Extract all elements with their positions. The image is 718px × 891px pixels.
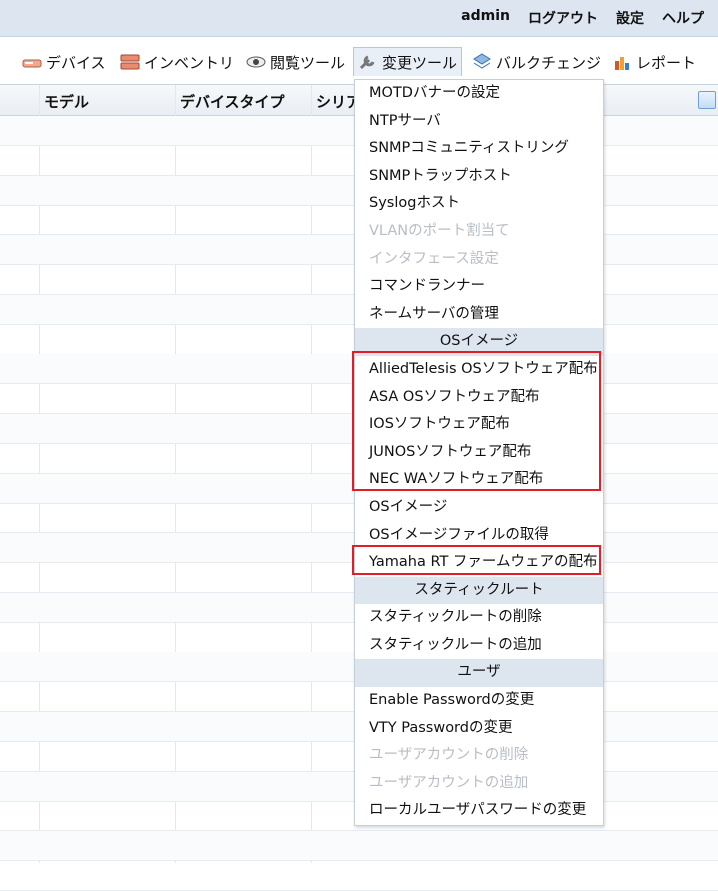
inventory-icon <box>120 54 140 70</box>
column-header-model[interactable]: モデル <box>44 91 89 112</box>
column-settings-icon[interactable] <box>698 91 716 109</box>
inventory-label: インベントリ <box>144 53 235 72</box>
table-row[interactable] <box>0 861 718 891</box>
menu-item-motd-banner[interactable]: MOTDバナーの設定 <box>355 80 603 108</box>
menu-item-ntp-server[interactable]: NTPサーバ <box>355 108 603 136</box>
help-link[interactable]: ヘルプ <box>662 8 704 28</box>
inventory-button[interactable]: インベントリ <box>120 50 234 74</box>
view-tools-button[interactable]: 閲覧ツール <box>246 50 345 74</box>
change-tools-button[interactable]: 変更ツール <box>353 47 463 76</box>
menu-item-vlan-port: VLANのポート割当て <box>369 222 510 239</box>
change-tools-menu: MOTDバナーの設定 NTPサーバ SNMPコミュニティストリング SNMPトラ… <box>354 79 604 827</box>
menu-item-interface-settings: インタフェース設定 <box>369 250 499 267</box>
menu-item-junos[interactable]: JUNOSソフトウェア配布 <box>355 439 603 467</box>
menu-item-asa-os[interactable]: ASA OSソフトウェア配布 <box>355 384 603 412</box>
change-tools-label: 変更ツール <box>382 53 458 72</box>
menu-item-snmp-community[interactable]: SNMPコミュニティストリング <box>355 135 603 163</box>
reports-button[interactable]: レポート <box>612 50 696 74</box>
menu-item-alliedtelesis-os[interactable]: AlliedTelesis OSソフトウェア配布 <box>355 356 603 384</box>
menu-item-user-delete: ユーザアカウントの削除 <box>369 747 529 764</box>
menu-item-user-add: ユーザアカウントの追加 <box>369 774 529 791</box>
reports-label: レポート <box>636 53 697 72</box>
wrench-icon <box>359 55 375 70</box>
menu-section-static-route: スタティックルート <box>355 576 603 605</box>
menu-item-name-server[interactable]: ネームサーバの管理 <box>355 301 603 329</box>
view-tools-label: 閲覧ツール <box>270 53 346 72</box>
user-name-link[interactable]: admin <box>461 8 510 28</box>
logout-link[interactable]: ログアウト <box>528 8 598 28</box>
eye-icon <box>246 56 266 68</box>
menu-item-yamaha-rt[interactable]: Yamaha RT ファームウェアの配布 <box>355 549 603 577</box>
settings-link[interactable]: 設定 <box>616 8 644 28</box>
bulk-change-icon <box>473 53 491 69</box>
bulk-change-button[interactable]: バルクチェンジ <box>472 50 601 74</box>
menu-item-syslog-host[interactable]: Syslogホスト <box>355 190 603 218</box>
menu-item-os-image[interactable]: OSイメージ <box>355 494 603 522</box>
menu-section-os-image: OSイメージ <box>355 328 603 356</box>
menu-item-enable-password[interactable]: Enable Passwordの変更 <box>355 687 603 715</box>
bulk-change-label: バルクチェンジ <box>496 53 602 72</box>
top-nav: admin ログアウト 設定 ヘルプ <box>461 8 704 28</box>
menu-item-vty-password[interactable]: VTY Passwordの変更 <box>355 715 603 743</box>
menu-item-static-route-add[interactable]: スタティックルートの追加 <box>355 632 603 660</box>
device-icon <box>22 59 42 68</box>
table-row[interactable] <box>0 831 718 862</box>
main-toolbar: デバイス インベントリ 閲覧ツール 変更ツール バルクチェンジ レポート <box>0 37 718 84</box>
column-header-device-type[interactable]: デバイスタイプ <box>180 91 285 112</box>
menu-item-nec-wa[interactable]: NEC WAソフトウェア配布 <box>355 466 603 494</box>
devices-button[interactable]: デバイス <box>22 50 106 74</box>
menu-item-static-route-delete[interactable]: スタティックルートの削除 <box>355 604 603 632</box>
report-icon <box>615 57 629 70</box>
menu-item-ios[interactable]: IOSソフトウェア配布 <box>355 411 603 439</box>
menu-item-snmp-trap-host[interactable]: SNMPトラップホスト <box>355 163 603 191</box>
menu-section-user: ユーザ <box>355 659 603 688</box>
menu-item-command-runner[interactable]: コマンドランナー <box>355 273 603 301</box>
top-header: admin ログアウト 設定 ヘルプ <box>0 0 718 37</box>
menu-item-os-image-fetch[interactable]: OSイメージファイルの取得 <box>355 522 603 550</box>
menu-item-local-user-password[interactable]: ローカルユーザパスワードの変更 <box>355 797 603 825</box>
devices-label: デバイス <box>46 53 106 72</box>
